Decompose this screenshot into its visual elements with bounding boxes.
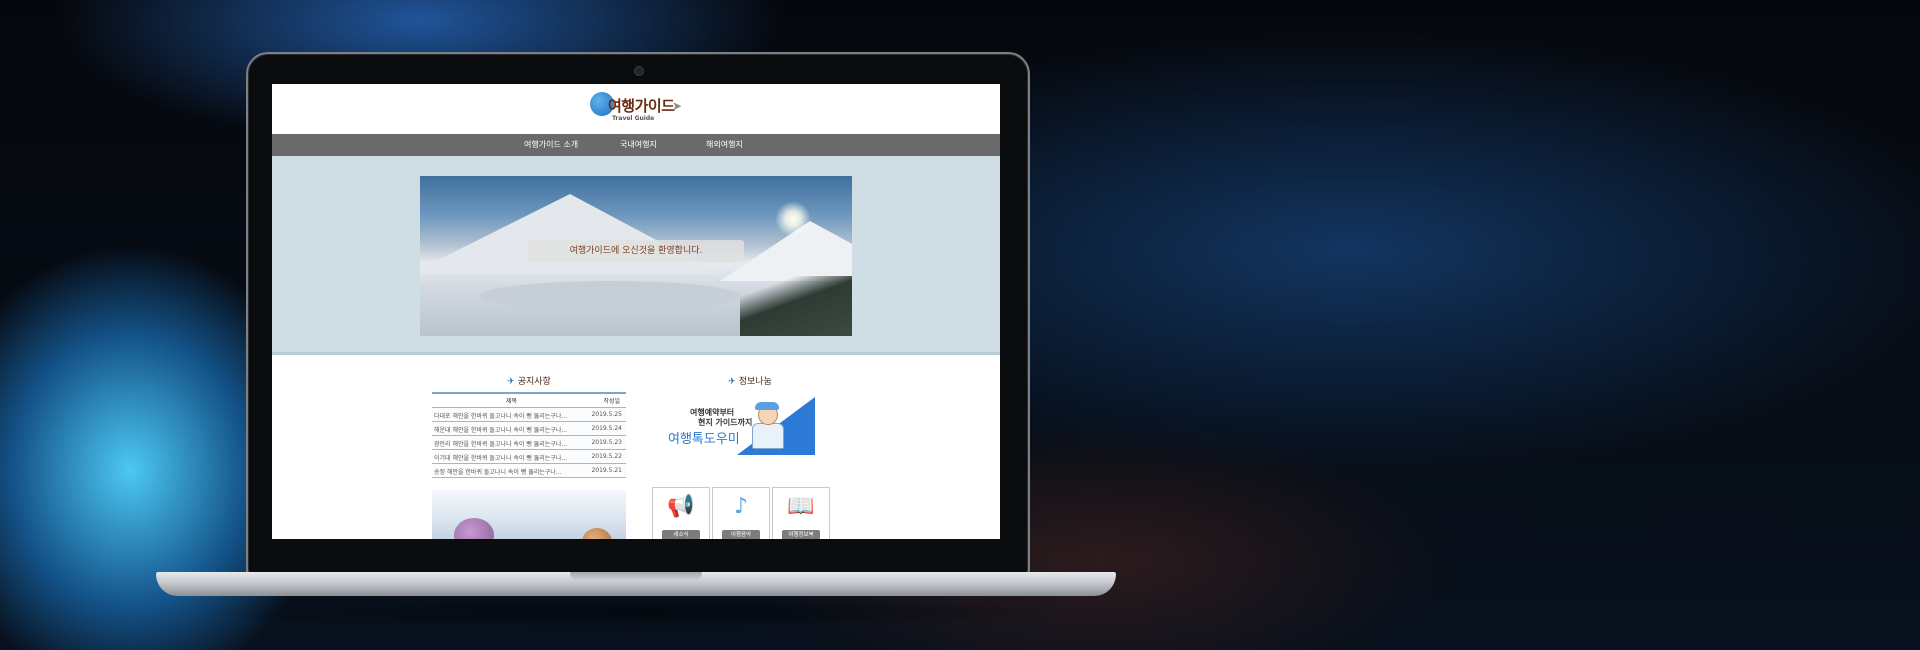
logo-subtitle: Travel Guide — [612, 115, 655, 122]
tile-label: 여행음악 — [722, 530, 760, 539]
table-row[interactable]: 다대포 해안을 한바퀴 돌고나니 속이 뻥 뚫리는구나... 2019.5.25 — [432, 408, 626, 422]
table-row[interactable]: 이기대 해안을 한바퀴 돌고나니 속이 뻥 뚫리는구나... 2019.5.22 — [432, 450, 626, 464]
nav-item-about[interactable]: 여행가이드 소개 — [524, 134, 578, 156]
info-heading: ✈ 정보나눔 — [652, 375, 848, 389]
tile-guidebook[interactable]: 📖 여행정보북 — [772, 487, 830, 539]
laptop-base — [156, 572, 1116, 596]
site-header: 여행가이드 ➤ Travel Guide — [272, 84, 1000, 134]
book-icon: 📖 — [787, 494, 815, 519]
row-title: 이기대 해안을 한바퀴 돌고나니 속이 뻥 뚫리는구나... — [434, 455, 568, 462]
airplane-icon: ✈ — [507, 377, 515, 387]
webcam — [634, 66, 644, 76]
airplane-icon: ✈ — [728, 377, 736, 387]
row-title: 다대포 해안을 한바퀴 돌고나니 속이 뻥 뚫리는구나... — [434, 413, 568, 420]
row-title: 광안리 해안을 한바퀴 돌고나니 속이 뻥 뚫리는구나... — [434, 441, 568, 448]
music-note-icon: ♪ — [733, 494, 749, 519]
site-logo[interactable]: 여행가이드 ➤ Travel Guide — [590, 91, 685, 129]
tile-label: 여행정보북 — [782, 530, 820, 539]
row-date: 2019.5.24 — [591, 425, 622, 432]
column-title: 제목 — [506, 398, 518, 405]
notice-table-header: 제목 작성일 — [432, 392, 626, 408]
main-content: ✈ 공지사항 제목 작성일 다대포 해안을 한바퀴 돌고나니 속이 뻥 뚫리는구나… — [272, 355, 1000, 539]
table-row[interactable]: 송정 해안을 한바퀴 돌고나니 속이 뻥 뚫리는구나... 2019.5.21 — [432, 464, 626, 478]
airplane-arrow-icon: ➤ — [672, 99, 683, 113]
row-title: 송정 해안을 한바퀴 돌고나니 속이 뻥 뚫리는구나... — [434, 469, 562, 476]
logo-title: 여행가이드 — [608, 97, 675, 115]
row-date: 2019.5.22 — [591, 453, 622, 460]
banner-line-2: 현지 가이드까지 — [698, 418, 753, 427]
tile-news[interactable]: 📢 새소식 — [652, 487, 710, 539]
laptop-screen: 여행가이드 ➤ Travel Guide 여행가이드 소개 국내여행지 해외여행… — [272, 84, 1000, 539]
tile-label: 새소식 — [662, 530, 700, 539]
hero-caption: 여행가이드에 오신것을 환영합니다. — [528, 240, 744, 262]
table-row[interactable]: 광안리 해안을 한바퀴 돌고나니 속이 뻥 뚫리는구나... 2019.5.23 — [432, 436, 626, 450]
row-date: 2019.5.25 — [591, 411, 622, 418]
table-row[interactable]: 해운대 해안을 한바퀴 돌고나니 속이 뻥 뚫리는구나... 2019.5.24 — [432, 422, 626, 436]
notice-illustration — [432, 490, 626, 539]
row-title: 해운대 해안을 한바퀴 돌고나니 속이 뻥 뚫리는구나... — [434, 427, 568, 434]
nav-item-overseas[interactable]: 해외여행지 — [706, 134, 743, 156]
guide-character-icon — [750, 402, 786, 449]
travel-talk-banner[interactable]: 여행예약부터 현지 가이드까지 여행톡도우미 — [652, 397, 848, 461]
hero-banner: 여행가이드에 오신것을 환영합니다. — [272, 156, 1000, 355]
tile-music[interactable]: ♪ 여행음악 — [712, 487, 770, 539]
main-nav: 여행가이드 소개 국내여행지 해외여행지 — [272, 134, 1000, 156]
megaphone-icon: 📢 — [667, 494, 695, 519]
laptop-notch — [570, 572, 702, 581]
quick-link-tiles: 📢 새소식 ♪ 여행음악 📖 여행정보북 — [652, 487, 848, 539]
laptop-shadow — [180, 598, 1090, 628]
row-date: 2019.5.21 — [591, 467, 622, 474]
notice-heading: ✈ 공지사항 — [432, 375, 626, 389]
nav-item-domestic[interactable]: 국내여행지 — [620, 134, 657, 156]
notice-title: 공지사항 — [517, 377, 551, 387]
banner-line-3: 여행톡도우미 — [668, 432, 740, 447]
info-section: ✈ 정보나눔 여행예약부터 현지 가이드까지 여행톡도우미 📢 새소식 ♪ 여행… — [652, 375, 848, 539]
notice-section: ✈ 공지사항 제목 작성일 다대포 해안을 한바퀴 돌고나니 속이 뻥 뚫리는구나… — [432, 375, 626, 539]
column-date: 작성일 — [603, 398, 620, 405]
info-title: 정보나눔 — [738, 377, 772, 387]
row-date: 2019.5.23 — [591, 439, 622, 446]
hero-photo-snowy-mountains: 여행가이드에 오신것을 환영합니다. — [420, 176, 852, 336]
